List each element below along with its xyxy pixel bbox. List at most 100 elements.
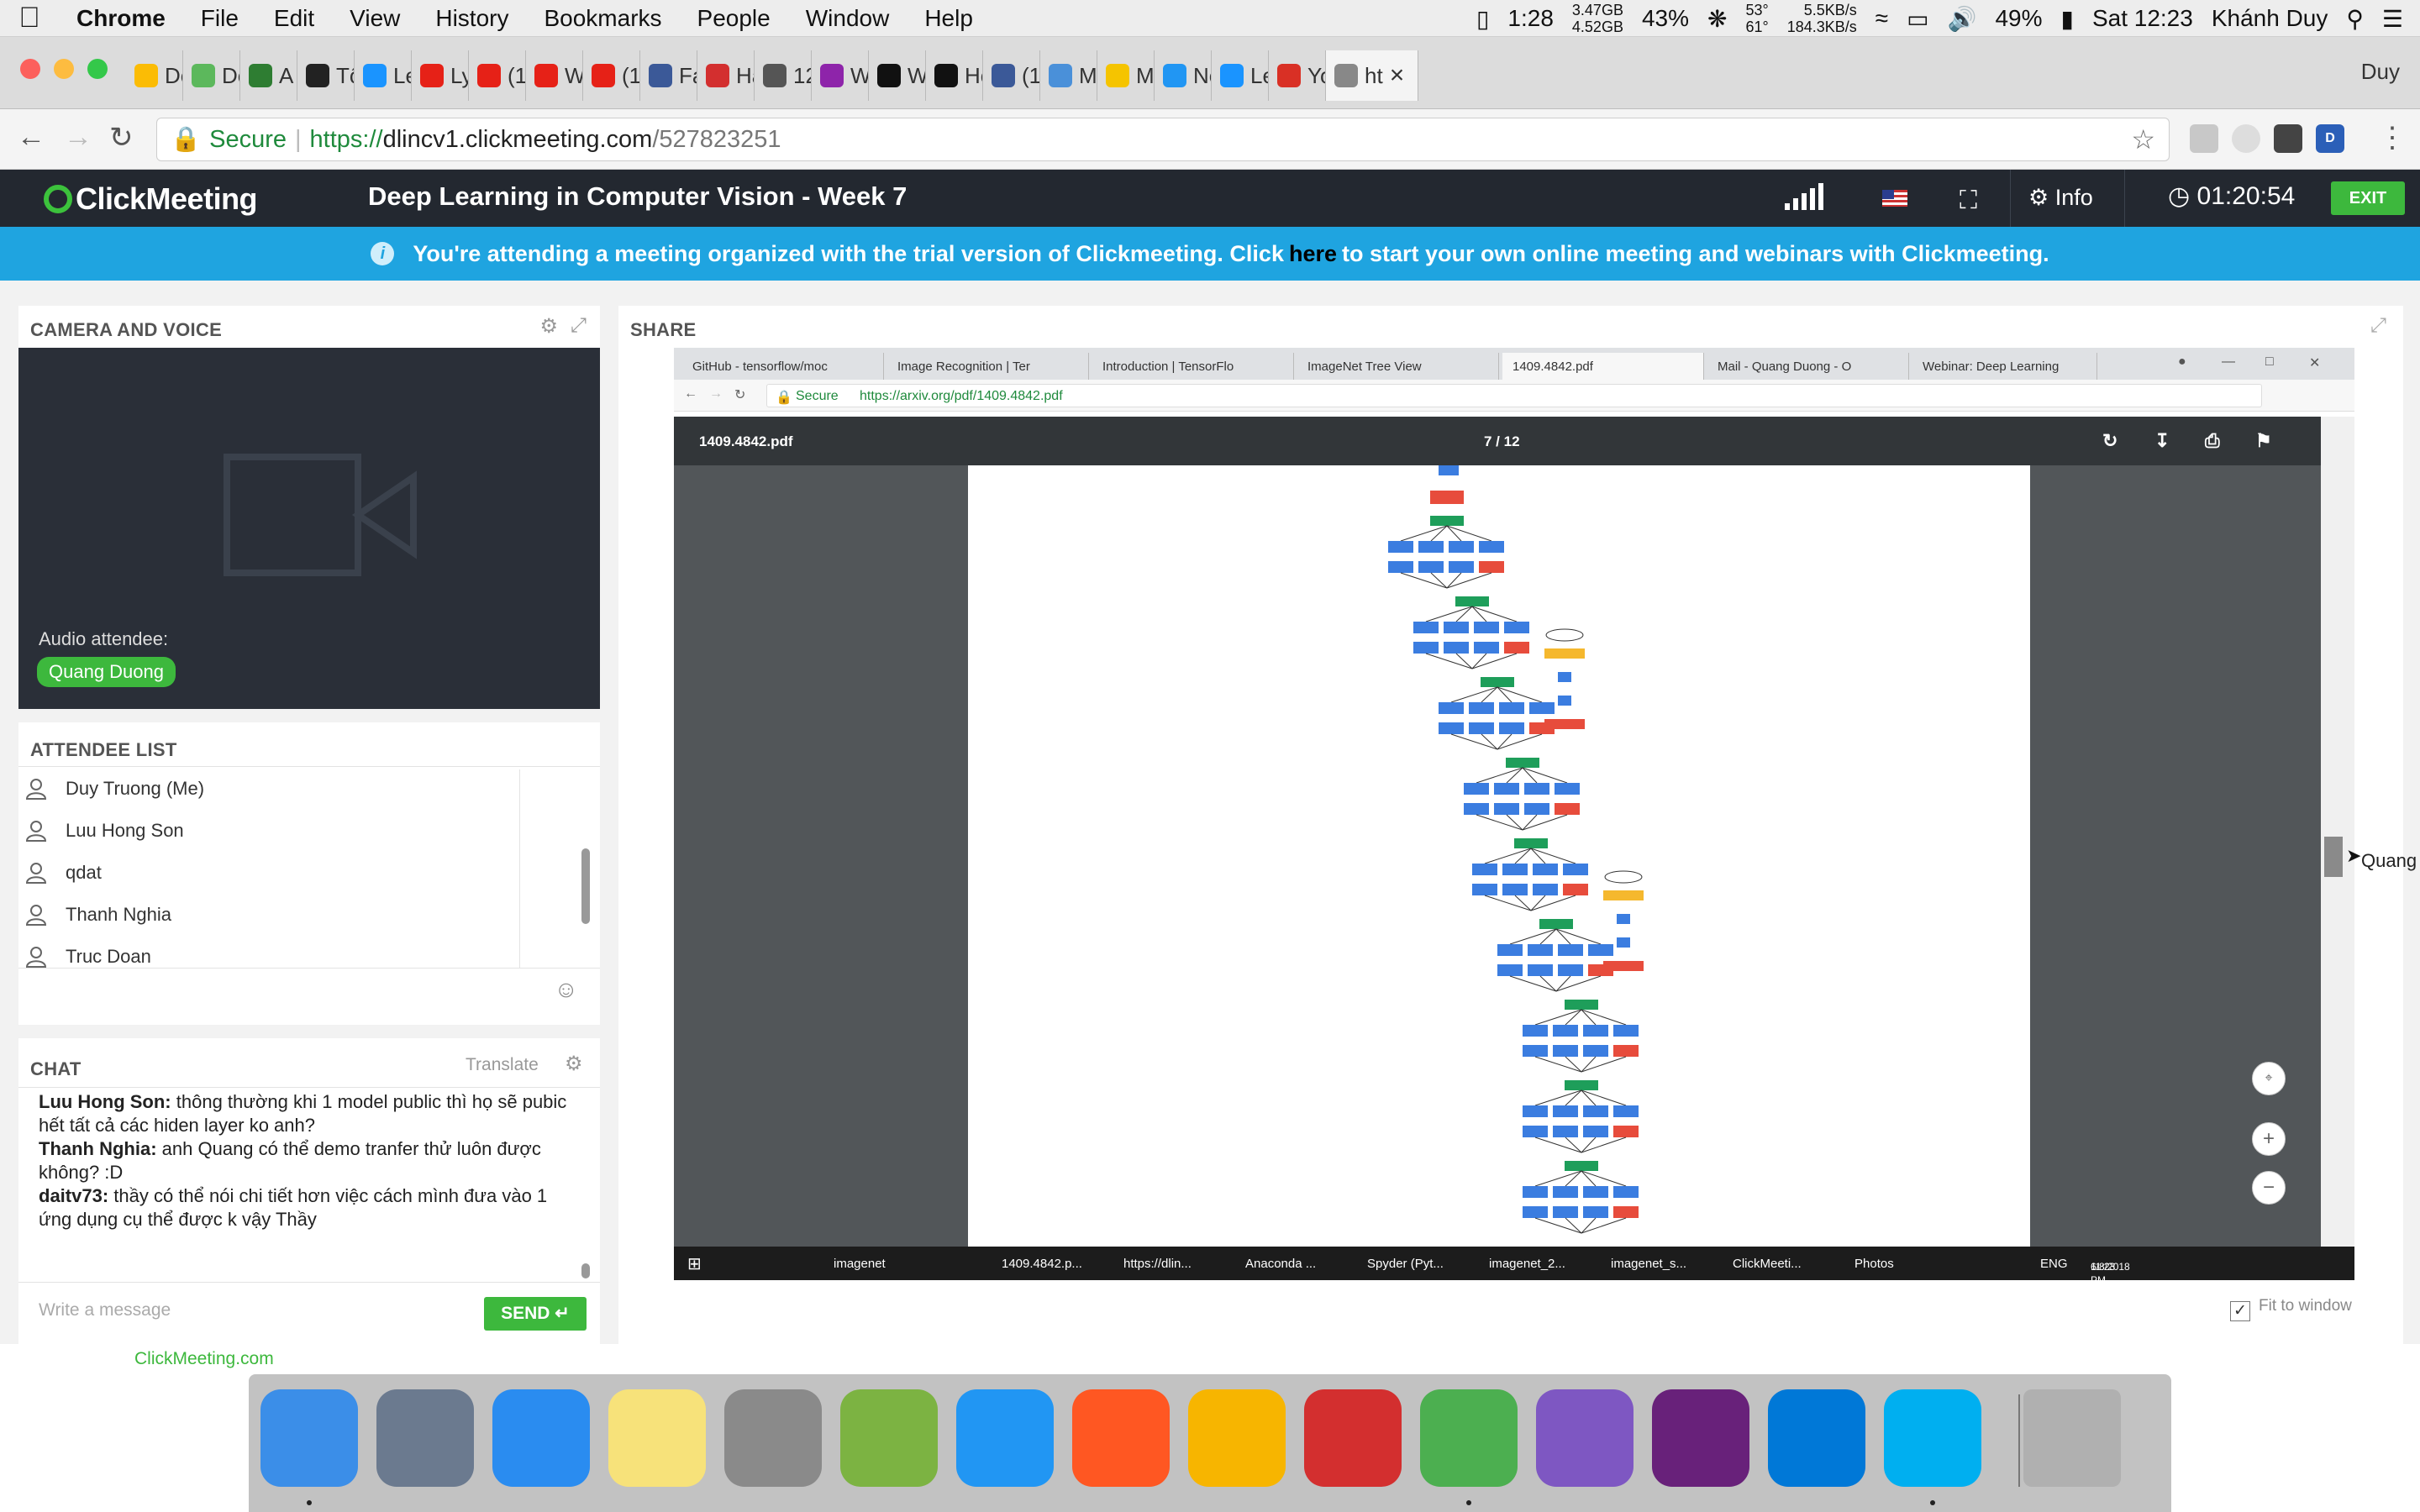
browser-tab[interactable]: Hat [697,50,755,101]
bookmark-star-icon[interactable]: ☆ [2131,123,2155,155]
menu-people[interactable]: People [680,5,788,32]
browser-tab[interactable]: DeC [183,50,240,101]
info-button[interactable]: ⚙ Info [2028,185,2093,211]
browser-tab[interactable]: Mac [1040,50,1097,101]
translate-link[interactable]: Translate [466,1055,539,1075]
zoom-window-icon[interactable] [87,59,108,79]
browser-tab[interactable]: Wh [869,50,926,101]
notification-center-icon[interactable]: ☰ [2382,5,2403,33]
message-input[interactable]: Write a message [39,1300,171,1320]
fit-to-window-checkbox[interactable]: ✓ Fit to window [2230,1297,2352,1321]
dock-app-launchpad-icon[interactable] [376,1389,474,1487]
browser-tab[interactable]: Fac [640,50,697,101]
dock-app-system-preferences-icon[interactable] [724,1389,822,1487]
wifi-icon[interactable]: ≈ [1876,5,1888,32]
dock-app-parallels-icon[interactable] [1304,1389,1402,1487]
memory-monitor[interactable]: 3.47GB 4.52GB [1572,2,1623,35]
browser-tab[interactable]: Hov [926,50,983,101]
attendee-item[interactable]: Truc Doan [25,936,151,978]
dock-app-skype-icon[interactable] [1884,1389,1981,1487]
dock-app-trash-icon[interactable] [2023,1389,2121,1487]
chrome-menu-icon[interactable]: ⋮ [2378,121,2407,155]
browser-tab[interactable]: A d [240,50,297,101]
browser-tab[interactable]: Mua [1097,50,1155,101]
menu-app-name[interactable]: Chrome [59,5,183,32]
share-expand-icon[interactable]: ⤢ [2370,314,2386,338]
checkbox-checked-icon[interactable]: ✓ [2230,1301,2250,1321]
attendee-item[interactable]: Duy Truong (Me) [25,768,204,810]
lightbulb-extension-icon[interactable] [2274,124,2302,153]
browser-tab[interactable]: You [1269,50,1326,101]
browser-tab[interactable]: Wel [812,50,869,101]
menu-edit[interactable]: Edit [256,5,332,32]
browser-tab[interactable]: (1) I [983,50,1040,101]
minimize-window-icon[interactable] [54,59,74,79]
footer-link[interactable]: ClickMeeting.com [134,1349,274,1369]
volume-icon[interactable]: 🔊 [1948,5,1977,33]
dock-app-itunes-icon[interactable] [492,1389,590,1487]
gmail-extension-icon[interactable] [2190,124,2218,153]
browser-tab[interactable]: (1) I [583,50,640,101]
url-bar[interactable]: 🔒 Secure | https:// dlincv1.clickmeeting… [156,118,2170,161]
d-extension-icon[interactable]: D [2316,124,2344,153]
menu-window[interactable]: Window [788,5,908,32]
clock[interactable]: Sat 12:23 [2092,5,2193,32]
emoji-icon[interactable]: ☺ [554,976,578,1003]
dock-app-finder-icon[interactable] [260,1389,358,1487]
dock-app-notes-icon[interactable] [608,1389,706,1487]
browser-tab[interactable]: Lyri [412,50,469,101]
reload-icon[interactable]: ↻ [109,121,134,155]
close-window-icon[interactable] [20,59,40,79]
browser-tab[interactable]: 12 S [755,50,812,101]
browser-tab[interactable]: ht × [1326,50,1418,101]
attendee-item[interactable]: Luu Hong Son [25,810,184,852]
dock-app-chrome-icon[interactable] [1420,1389,1518,1487]
banner-here-link[interactable]: here [1289,241,1337,267]
user-name[interactable]: Khánh Duy [2212,5,2328,32]
close-tab-icon[interactable]: × [1390,61,1405,90]
language-flag-icon[interactable] [1882,190,1907,207]
exit-button[interactable]: EXIT [2331,181,2405,215]
chat-scrollbar[interactable] [581,1263,590,1278]
menu-bookmarks[interactable]: Bookmarks [526,5,679,32]
spotlight-icon[interactable]: ⚲ [2346,5,2364,33]
menu-view[interactable]: View [332,5,418,32]
menu-help[interactable]: Help [907,5,991,32]
chat-settings-icon[interactable]: ⚙ [565,1052,583,1076]
menu-file[interactable]: File [183,5,256,32]
attendee-item[interactable]: Thanh Nghia [25,894,171,936]
browser-tab[interactable]: Len [355,50,412,101]
browser-tab[interactable]: Len [1212,50,1269,101]
signal-strength-icon[interactable] [1785,183,1823,210]
camera-settings-icon[interactable]: ⚙ [539,314,558,339]
browser-tab[interactable]: Wh [526,50,583,101]
browser-tab[interactable]: Des [126,50,183,101]
battery-icon[interactable]: ▮ [2061,5,2074,33]
battery-time[interactable]: 1:28 [1507,5,1554,32]
network-monitor[interactable]: 5.5KB/s 184.3KB/s [1787,2,1857,35]
battery-percent[interactable]: 49% [1995,5,2042,32]
attendee-item[interactable]: qdat [25,852,102,894]
menu-history[interactable]: History [418,5,526,32]
profile-button[interactable]: Duy [2361,59,2400,85]
attendee-scrollbar[interactable] [581,848,590,924]
cpu-usage[interactable]: 43% [1642,5,1689,32]
dock-app-tex-icon[interactable] [1072,1389,1170,1487]
dock-app-vs-code-icon[interactable] [1768,1389,1865,1487]
dock-app-xcode-icon[interactable] [956,1389,1054,1487]
browser-tab[interactable]: (1) [469,50,526,101]
dock-app-sketch-icon[interactable] [1188,1389,1286,1487]
dock-app-visual-studio-icon[interactable] [1652,1389,1749,1487]
camera-expand-icon[interactable]: ⤢ [571,314,587,338]
apple-icon[interactable]:  [0,2,59,34]
send-button[interactable]: SEND ↵ [484,1297,587,1331]
fullscreen-icon[interactable]: ⛶ [1960,186,1977,215]
browser-tab[interactable]: Tội [297,50,355,101]
browser-tab[interactable]: Neu [1155,50,1212,101]
extension-circle-icon[interactable] [2232,124,2260,153]
battery-small-icon[interactable]: ▯ [1476,5,1489,33]
dock-app-android-studio-icon[interactable] [840,1389,938,1487]
fan-icon[interactable]: ❋ [1707,5,1727,33]
back-icon[interactable]: ← [17,121,45,154]
dock-app-github-desktop-icon[interactable] [1536,1389,1634,1487]
